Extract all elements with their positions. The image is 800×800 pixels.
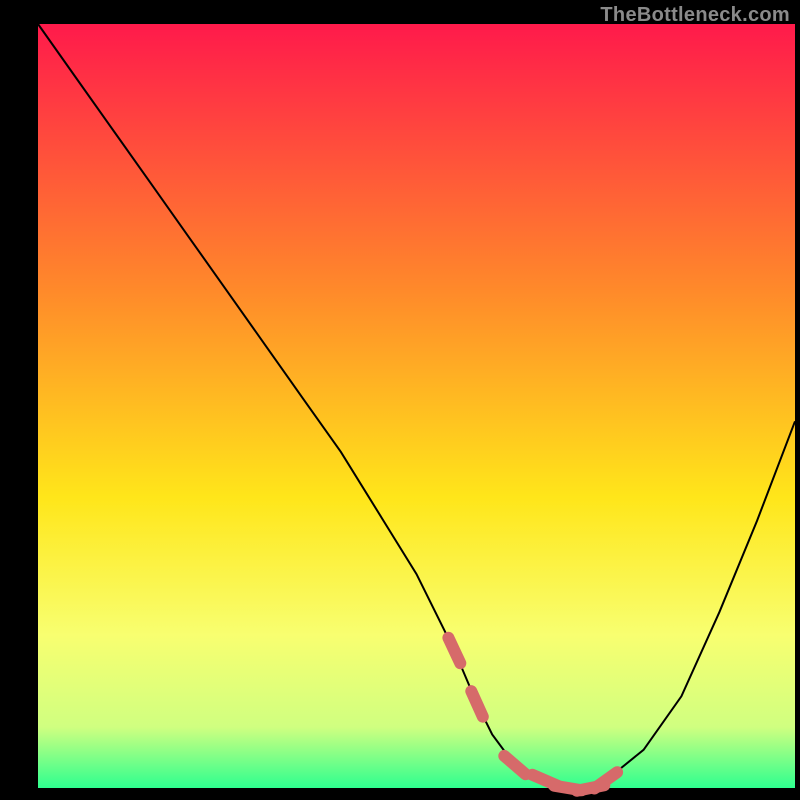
watermark-text: TheBottleneck.com	[600, 4, 790, 27]
chart-svg	[0, 0, 800, 800]
plot-background	[38, 24, 795, 788]
bottleneck-chart: TheBottleneck.com	[0, 0, 800, 800]
